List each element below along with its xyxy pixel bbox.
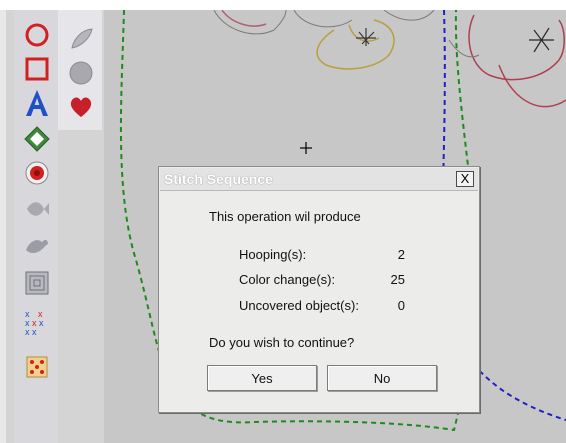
circle-icon	[25, 23, 49, 47]
fish-tool-button[interactable]	[22, 194, 52, 224]
no-button[interactable]: No	[327, 365, 437, 391]
svg-text:x: x	[25, 327, 30, 337]
square-icon	[25, 57, 49, 81]
bird-icon	[26, 239, 48, 253]
text-a-icon	[26, 90, 48, 116]
concentric-square-icon	[25, 271, 49, 295]
continue-question: Do you wish to continue?	[209, 335, 355, 350]
flower-tool-button[interactable]	[22, 158, 52, 188]
text-tool-button[interactable]	[22, 88, 52, 118]
svg-text:x: x	[39, 318, 44, 328]
dots-tile-icon	[26, 356, 48, 378]
circle-tool-button[interactable]	[22, 20, 52, 50]
abc-diamond-icon	[24, 126, 50, 152]
window-top-frame	[0, 0, 566, 10]
gray-circle-icon	[69, 61, 93, 85]
stitch-sequence-dialog: Stitch Sequence X This operation wil pro…	[158, 166, 480, 413]
feather-icon	[71, 28, 93, 49]
dialog-title: Stitch Sequence	[164, 171, 273, 187]
cross-stitch-icon: x x x x x x x	[25, 309, 44, 337]
fish-icon	[27, 202, 49, 216]
hoopings-value: 2	[397, 247, 405, 262]
monogram-tool-button[interactable]	[22, 124, 52, 154]
svg-text:x: x	[32, 327, 37, 337]
crosshair-cursor	[300, 142, 312, 154]
hoopings-label: Hooping(s):	[239, 247, 307, 262]
uncovered-objects-label: Uncovered object(s):	[239, 298, 359, 313]
gray-circle-tool-button[interactable]	[66, 58, 96, 88]
close-button[interactable]: X	[456, 171, 474, 187]
cross-stitch-tool-button[interactable]: x x x x x x x	[22, 308, 52, 338]
color-changes-label: Color change(s):	[239, 272, 336, 287]
dialog-message: This operation wil produce	[209, 209, 361, 224]
feather-tool-button[interactable]	[66, 24, 96, 54]
bird-tool-button[interactable]	[22, 230, 52, 260]
rose-icon	[25, 161, 49, 185]
heart-tool-button[interactable]	[66, 92, 96, 122]
rectangle-tool-button[interactable]	[22, 54, 52, 84]
yes-button[interactable]: Yes	[207, 365, 317, 391]
heart-icon	[70, 97, 92, 117]
dialog-titlebar[interactable]: Stitch Sequence X	[160, 168, 478, 191]
tile-tool-button[interactable]	[22, 352, 52, 382]
uncovered-objects-value: 0	[397, 298, 405, 313]
color-changes-value: 25	[390, 272, 405, 287]
fill-tool-button[interactable]	[22, 268, 52, 298]
